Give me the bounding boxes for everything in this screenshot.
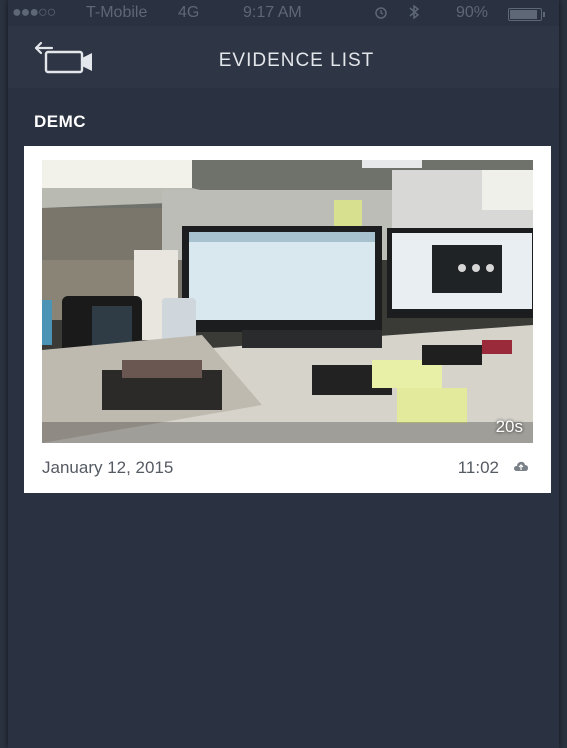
upload-icon [514, 461, 528, 471]
page-title: EVIDENCE LIST [218, 50, 375, 71]
network-type: 4G [178, 4, 200, 21]
duration-badge: 20s [495, 417, 523, 436]
app-screen: ●●●○○ T-Mobile 4G 9:17 AM 90% EVIDENCE L… [8, 0, 559, 748]
alarm-icon [373, 4, 389, 25]
evidence-card[interactable]: 20s January 12, 2015 11:02 [24, 146, 551, 493]
battery-icon [508, 8, 545, 21]
recording-time: 11:02 [457, 458, 499, 477]
status-time: 9:17 AM [243, 4, 302, 21]
signal-strength: ●●●○○ [12, 4, 56, 21]
section-title: DEMC [34, 112, 87, 131]
recording-date: January 12, 2015 [42, 458, 174, 477]
bluetooth-icon [408, 4, 420, 25]
video-thumbnail[interactable]: 20s [42, 160, 533, 443]
battery-percent: 90% [456, 4, 489, 21]
status-bar: ●●●○○ T-Mobile 4G 9:17 AM 90% [8, 0, 559, 26]
carrier-name: T-Mobile [86, 4, 148, 21]
nav-bar: EVIDENCE LIST [8, 26, 559, 88]
